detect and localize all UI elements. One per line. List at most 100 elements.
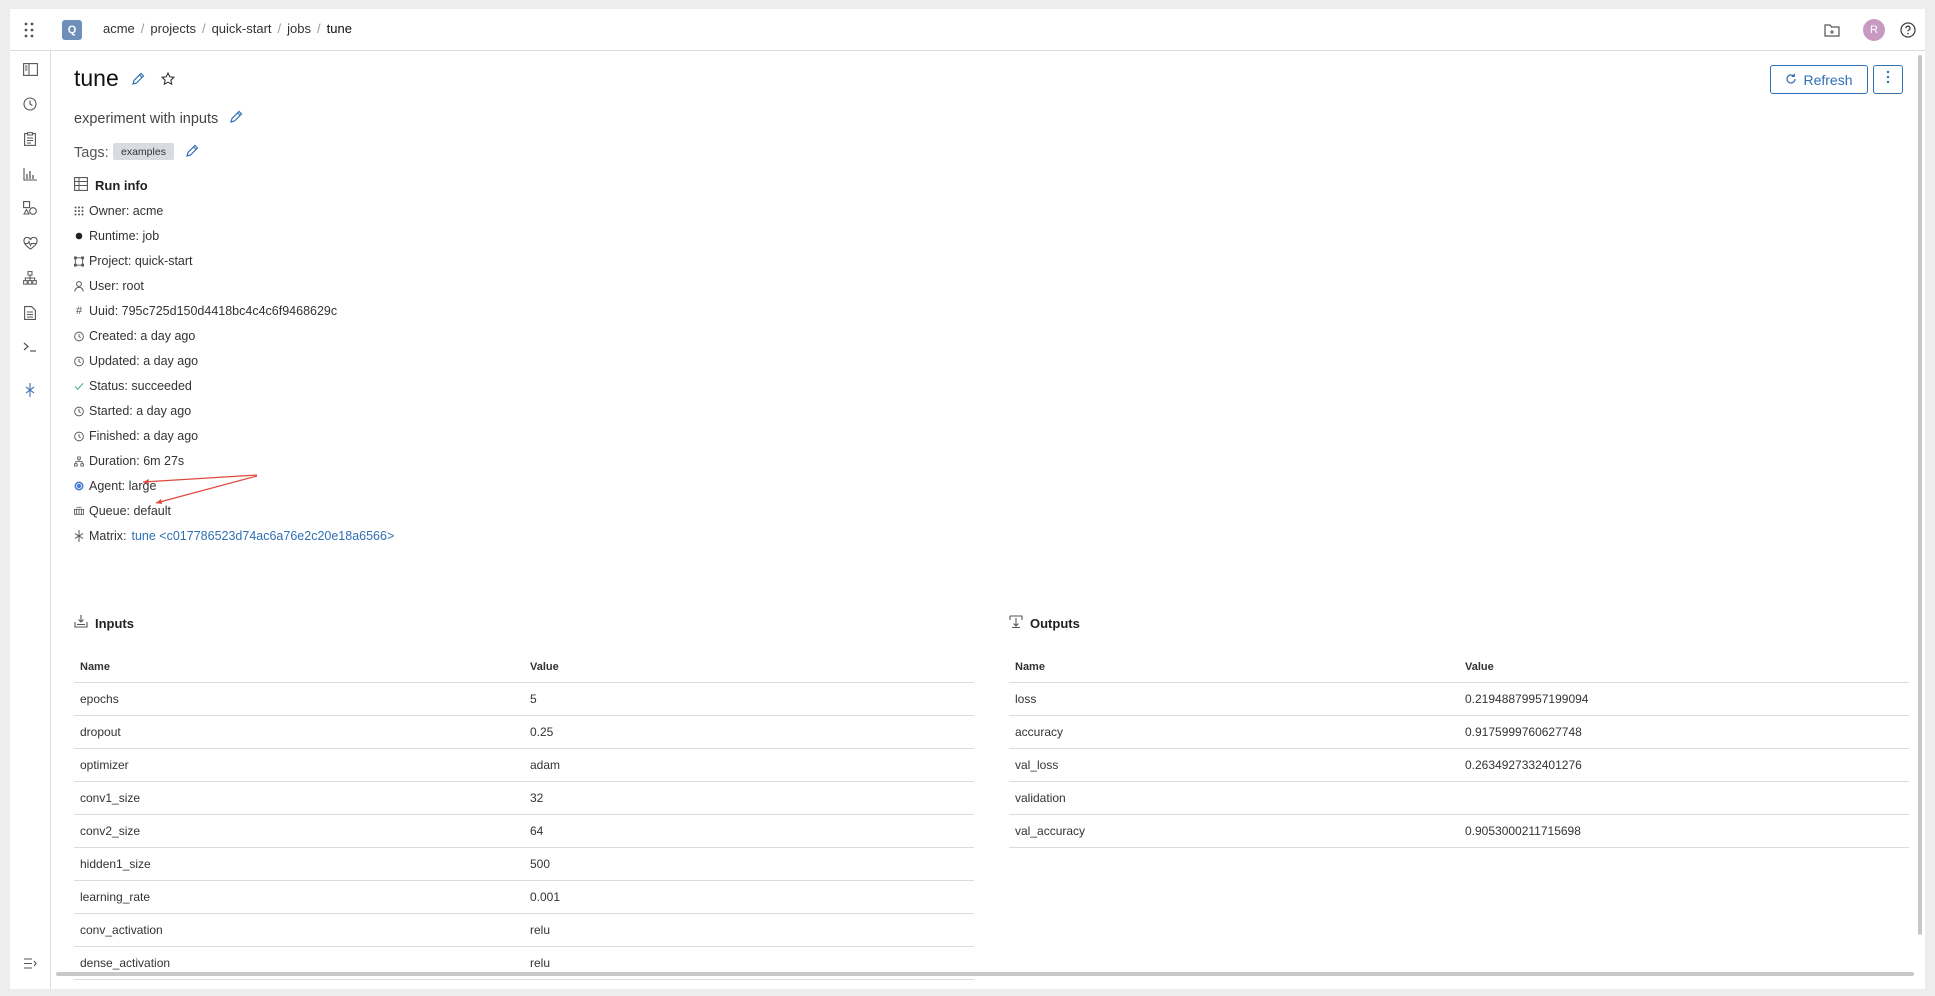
- edit-title-pencil-icon[interactable]: [130, 71, 146, 87]
- info-row-finished: Finished: a day ago: [74, 428, 198, 444]
- app-logo[interactable]: Q: [62, 20, 82, 40]
- cell-name: conv2_size: [74, 814, 524, 848]
- outputs-table: Name Value loss 0.21948879957199094 accur…: [1009, 652, 1909, 848]
- info-runtime-text: Runtime: job: [89, 229, 160, 243]
- annotation-arrows: [142, 474, 258, 504]
- clock-icon: [74, 355, 84, 367]
- clipboard-icon[interactable]: [20, 129, 40, 149]
- column-header-name: Name: [74, 652, 524, 683]
- cell-name: validation: [1009, 781, 1459, 815]
- agent-icon: [74, 480, 84, 492]
- table-header-row: Name Value: [74, 652, 974, 683]
- breadcrumb-separator: /: [140, 21, 145, 36]
- heart-monitor-icon[interactable]: [20, 233, 40, 253]
- apps-grid-icon[interactable]: [19, 20, 39, 40]
- info-row-user: User: root: [74, 278, 144, 294]
- table-row: learning_rate 0.001: [74, 880, 974, 914]
- top-bar: Q acme / projects / quick-start / jobs /…: [10, 9, 1925, 51]
- vertical-scrollbar[interactable]: [1918, 55, 1922, 935]
- clock-icon: [74, 405, 84, 417]
- cell-value: 500: [524, 847, 974, 881]
- cell-value: 32: [524, 781, 974, 815]
- info-row-runtime: Runtime: job: [74, 228, 159, 244]
- table-row: dropout 0.25: [74, 715, 974, 749]
- owner-icon: [74, 205, 84, 217]
- breadcrumb: acme / projects / quick-start / jobs / t…: [103, 21, 352, 36]
- hierarchy-icon[interactable]: [20, 268, 40, 288]
- run-info-header: Run info: [74, 177, 148, 194]
- table-row: conv_activation relu: [74, 913, 974, 947]
- shapes-icon[interactable]: [20, 198, 40, 218]
- matrix-link[interactable]: tune <c017786523d74ac6a76e2c20e18a6566>: [132, 529, 395, 543]
- info-row-created: Created: a day ago: [74, 328, 195, 344]
- document-icon[interactable]: [20, 303, 40, 323]
- info-matrix-label: Matrix:: [89, 529, 127, 543]
- column-header-value: Value: [524, 652, 974, 683]
- matrix-icon: [74, 530, 84, 542]
- cell-value: adam: [524, 748, 974, 782]
- inputs-header: Inputs: [74, 615, 134, 631]
- cell-value: 0.9175999760627748: [1459, 715, 1909, 749]
- clock-icon: [74, 430, 84, 442]
- info-user-text: User: root: [89, 279, 144, 293]
- avatar[interactable]: R: [1863, 19, 1885, 41]
- help-icon[interactable]: [1898, 20, 1918, 40]
- table-row: epochs 5: [74, 682, 974, 716]
- edit-description-pencil-icon[interactable]: [228, 109, 244, 125]
- table-row: val_loss 0.2634927332401276: [1009, 748, 1909, 782]
- folder-icon[interactable]: [1822, 20, 1842, 40]
- breadcrumb-projects[interactable]: projects: [150, 21, 196, 36]
- columns-icon[interactable]: [20, 59, 40, 79]
- info-row-matrix: Matrix: tune <c017786523d74ac6a76e2c20e1…: [74, 528, 394, 544]
- cell-name: conv1_size: [74, 781, 524, 815]
- breadcrumb-owner[interactable]: acme: [103, 21, 135, 36]
- table-row: loss 0.21948879957199094: [1009, 682, 1909, 716]
- info-project-text: Project: quick-start: [89, 254, 193, 268]
- cell-value: [1459, 781, 1909, 815]
- outputs-title: Outputs: [1030, 615, 1080, 631]
- cell-name: dropout: [74, 715, 524, 749]
- horizontal-scrollbar[interactable]: [56, 972, 1914, 976]
- edit-tags-pencil-icon[interactable]: [184, 143, 200, 159]
- info-started-text: Started: a day ago: [89, 404, 192, 418]
- breadcrumb-current: tune: [326, 21, 352, 36]
- chart-icon[interactable]: [20, 164, 40, 184]
- inputs-icon: [74, 615, 88, 631]
- info-created-text: Created: a day ago: [89, 329, 196, 343]
- cell-name: val_accuracy: [1009, 814, 1459, 848]
- tag-chip[interactable]: examples: [113, 143, 174, 160]
- table-row: optimizer adam: [74, 748, 974, 782]
- matrix-icon[interactable]: [20, 380, 40, 400]
- table-header-row: Name Value: [1009, 652, 1909, 683]
- info-row-uuid: # Uuid: 795c725d150d4418bc4c4c6f9468629c: [74, 303, 337, 319]
- kebab-menu-icon: [1886, 70, 1890, 89]
- cell-name: hidden1_size: [74, 847, 524, 881]
- tags-label: Tags:: [74, 145, 109, 161]
- logo-letter: Q: [67, 24, 77, 36]
- terminal-icon[interactable]: [20, 337, 40, 357]
- star-icon[interactable]: [160, 71, 176, 87]
- breadcrumb-jobs[interactable]: jobs: [287, 21, 311, 36]
- history-icon[interactable]: [20, 94, 40, 114]
- info-row-owner: Owner: acme: [74, 203, 163, 219]
- cell-value: 0.001: [524, 880, 974, 914]
- cell-name: val_loss: [1009, 748, 1459, 782]
- info-finished-text: Finished: a day ago: [89, 429, 199, 443]
- queue-icon: [74, 505, 84, 517]
- info-row-updated: Updated: a day ago: [74, 353, 198, 369]
- cell-value: 5: [524, 682, 974, 716]
- breadcrumb-separator: /: [277, 21, 282, 36]
- info-row-status: Status: succeeded: [74, 378, 192, 394]
- cell-name: epochs: [74, 682, 524, 716]
- collapse-menu-icon[interactable]: [20, 953, 40, 973]
- main-content: tune Refresh experiment with inputs Tags…: [52, 51, 1925, 989]
- outputs-icon: [1009, 615, 1023, 631]
- inputs-table: Name Value epochs 5 dropout 0.25 optimizer…: [74, 652, 974, 980]
- page-title: tune: [74, 65, 119, 91]
- refresh-button[interactable]: Refresh: [1770, 65, 1868, 94]
- table-icon: [74, 177, 88, 194]
- breadcrumb-project[interactable]: quick-start: [212, 21, 272, 36]
- more-actions-button[interactable]: [1873, 65, 1903, 94]
- runtime-dot-icon: [74, 230, 84, 242]
- hash-icon: #: [75, 305, 83, 317]
